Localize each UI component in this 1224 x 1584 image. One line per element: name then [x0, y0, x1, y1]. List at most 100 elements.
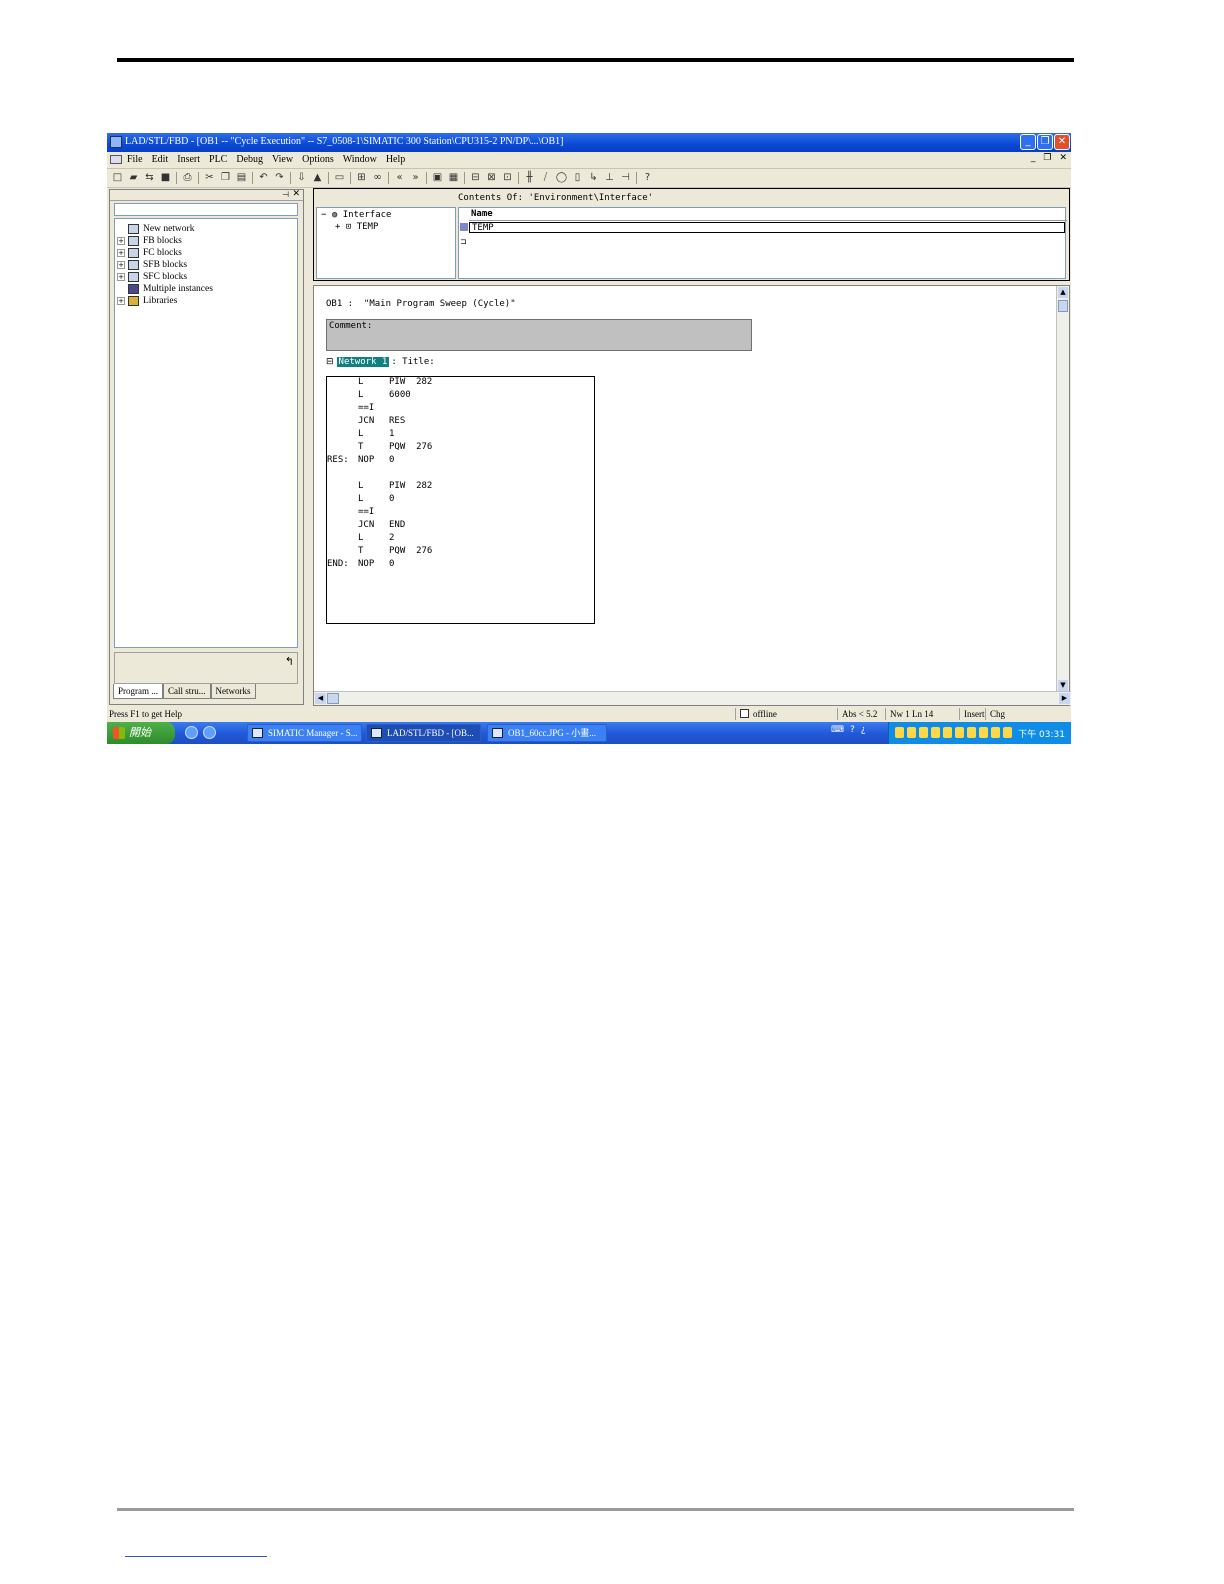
- last-icon[interactable]: »: [409, 171, 422, 184]
- display-icon[interactable]: ▭: [333, 171, 346, 184]
- tray-icon[interactable]: [967, 727, 976, 738]
- taskbar-item-simatic-manager[interactable]: SIMATIC Manager - S...: [247, 724, 362, 742]
- restore-button[interactable]: ❐: [1037, 134, 1053, 150]
- monitor-icon[interactable]: ⊞: [355, 171, 368, 184]
- tree-item-new-network[interactable]: New network: [117, 223, 194, 235]
- copy-icon[interactable]: ❐: [219, 171, 232, 184]
- collapse-icon[interactable]: −: [321, 210, 326, 220]
- taskbar-item-paint[interactable]: OB1_60cc.JPG - 小畫...: [487, 724, 607, 742]
- mdi-minimize-button[interactable]: _: [1031, 153, 1036, 163]
- cut-icon[interactable]: ✂: [203, 171, 216, 184]
- collapse-network-icon[interactable]: ⊟: [326, 357, 334, 367]
- clock[interactable]: 下午 03:31: [1018, 727, 1065, 740]
- tray-icon[interactable]: [919, 727, 928, 738]
- tree-item-sfc-blocks[interactable]: + SFC blocks: [117, 271, 187, 283]
- ime-icon[interactable]: ¿: [861, 725, 866, 735]
- tree-item-fb-blocks[interactable]: + FB blocks: [117, 235, 182, 247]
- box-icon[interactable]: ▯: [571, 171, 584, 184]
- tab-call-structure[interactable]: Call stru...: [163, 684, 211, 699]
- horizontal-scrollbar[interactable]: ◀ ▶: [314, 691, 1071, 705]
- details-icon[interactable]: ▦: [447, 171, 460, 184]
- help-context-icon[interactable]: ?: [641, 171, 654, 184]
- tray-icon[interactable]: [931, 727, 940, 738]
- upload-icon[interactable]: ▲: [311, 171, 324, 184]
- tray-icon[interactable]: [895, 727, 904, 738]
- scroll-up-icon[interactable]: ▲: [1058, 287, 1068, 298]
- network-title[interactable]: : Title:: [391, 357, 434, 367]
- taskbar-item-lad-stl-fbd[interactable]: LAD/STL/FBD - [OB...: [366, 724, 481, 742]
- pane-close-icon[interactable]: ✕: [292, 189, 300, 199]
- expand-icon[interactable]: +: [335, 222, 340, 232]
- branch-close-icon[interactable]: ⊥: [603, 171, 616, 184]
- connection-icon[interactable]: ⊣: [619, 171, 632, 184]
- pin-icon[interactable]: ⊣: [282, 190, 289, 199]
- menu-debug[interactable]: Debug: [236, 154, 263, 165]
- insert-icon[interactable]: ⊠: [485, 171, 498, 184]
- open-icon[interactable]: ▰: [127, 171, 140, 184]
- save-icon[interactable]: ■: [159, 171, 172, 184]
- tray-icon[interactable]: [907, 727, 916, 738]
- document-icon[interactable]: [110, 155, 122, 164]
- tab-networks[interactable]: Networks: [210, 684, 256, 699]
- ie-icon[interactable]: [185, 726, 198, 739]
- contact-nc-icon[interactable]: ⧸: [539, 171, 552, 184]
- glasses-icon[interactable]: ∞: [371, 171, 384, 184]
- tray-icon[interactable]: [1003, 727, 1012, 738]
- interface-row-temp[interactable]: TEMP: [469, 222, 1065, 233]
- expand-icon[interactable]: +: [117, 249, 125, 257]
- paste-icon[interactable]: ▤: [235, 171, 248, 184]
- quicklaunch-icon[interactable]: [203, 726, 216, 739]
- new-row-icon[interactable]: ⊐: [460, 237, 467, 246]
- undo-icon[interactable]: ↶: [257, 171, 270, 184]
- tree-item-interface[interactable]: − ◍ Interface: [321, 210, 391, 220]
- redo-icon[interactable]: ↷: [273, 171, 286, 184]
- scroll-down-icon[interactable]: ▼: [1058, 680, 1068, 691]
- expand-icon[interactable]: +: [117, 261, 125, 269]
- tree-item-temp[interactable]: + ⊡ TEMP: [335, 222, 378, 232]
- print-icon[interactable]: ⎙: [181, 171, 194, 184]
- menu-view[interactable]: View: [272, 154, 293, 165]
- close-button[interactable]: ✕: [1054, 134, 1070, 150]
- element-search-field[interactable]: [114, 203, 298, 216]
- tray-icon[interactable]: [943, 727, 952, 738]
- scroll-thumb[interactable]: [1058, 300, 1068, 312]
- tray-icon[interactable]: [991, 727, 1000, 738]
- vertical-scrollbar[interactable]: ▲ ▼: [1056, 286, 1069, 692]
- tab-program-elements[interactable]: Program ...: [113, 684, 163, 699]
- scroll-left-icon[interactable]: ◀: [315, 693, 326, 704]
- help-icon[interactable]: ?: [850, 725, 855, 735]
- tree-item-multiple-instances[interactable]: Multiple instances: [117, 283, 213, 295]
- menu-file[interactable]: File: [127, 154, 143, 165]
- coil-icon[interactable]: ◯: [555, 171, 568, 184]
- menu-options[interactable]: Options: [302, 154, 334, 165]
- insert-icon-2[interactable]: ⊡: [501, 171, 514, 184]
- expand-icon[interactable]: +: [117, 273, 125, 281]
- first-icon[interactable]: «: [393, 171, 406, 184]
- window-titlebar[interactable]: LAD/STL/FBD - [OB1 -- "Cycle Execution" …: [107, 133, 1071, 152]
- expand-icon[interactable]: +: [117, 297, 125, 305]
- new-icon[interactable]: □: [111, 171, 124, 184]
- network-label[interactable]: Network 1: [336, 357, 390, 367]
- tray-icon[interactable]: [979, 727, 988, 738]
- mdi-close-button[interactable]: ✕: [1059, 153, 1067, 163]
- scroll-right-icon[interactable]: ▶: [1059, 693, 1070, 704]
- contact-no-icon[interactable]: ╫: [523, 171, 536, 184]
- stl-code-box[interactable]: L PIW 282 L 6000 ==I JCN RES L1 T PQW 276 RE…: [326, 376, 595, 624]
- branch-open-icon[interactable]: ↳: [587, 171, 600, 184]
- scroll-thumb[interactable]: [327, 693, 339, 704]
- download-icon[interactable]: ⇩: [295, 171, 308, 184]
- column-header-name[interactable]: Name: [469, 209, 1067, 221]
- menu-help[interactable]: Help: [386, 154, 405, 165]
- tray-icon[interactable]: [955, 727, 964, 738]
- menu-window[interactable]: Window: [343, 154, 377, 165]
- tree-item-libraries[interactable]: + Libraries: [117, 295, 177, 307]
- tree-item-sfb-blocks[interactable]: + SFB blocks: [117, 259, 187, 271]
- keyboard-icon[interactable]: ⌨: [831, 725, 844, 735]
- new-network-icon[interactable]: ⊟: [469, 171, 482, 184]
- accessible-nodes-icon[interactable]: ⇆: [143, 171, 156, 184]
- stl-code-editor[interactable]: OB1 : "Main Program Sweep (Cycle)" Comme…: [313, 285, 1071, 706]
- menu-insert[interactable]: Insert: [177, 154, 200, 165]
- context-arrow-icon[interactable]: ↰: [285, 655, 294, 668]
- overview-icon[interactable]: ▣: [431, 171, 444, 184]
- mdi-restore-button[interactable]: ❐: [1043, 153, 1051, 163]
